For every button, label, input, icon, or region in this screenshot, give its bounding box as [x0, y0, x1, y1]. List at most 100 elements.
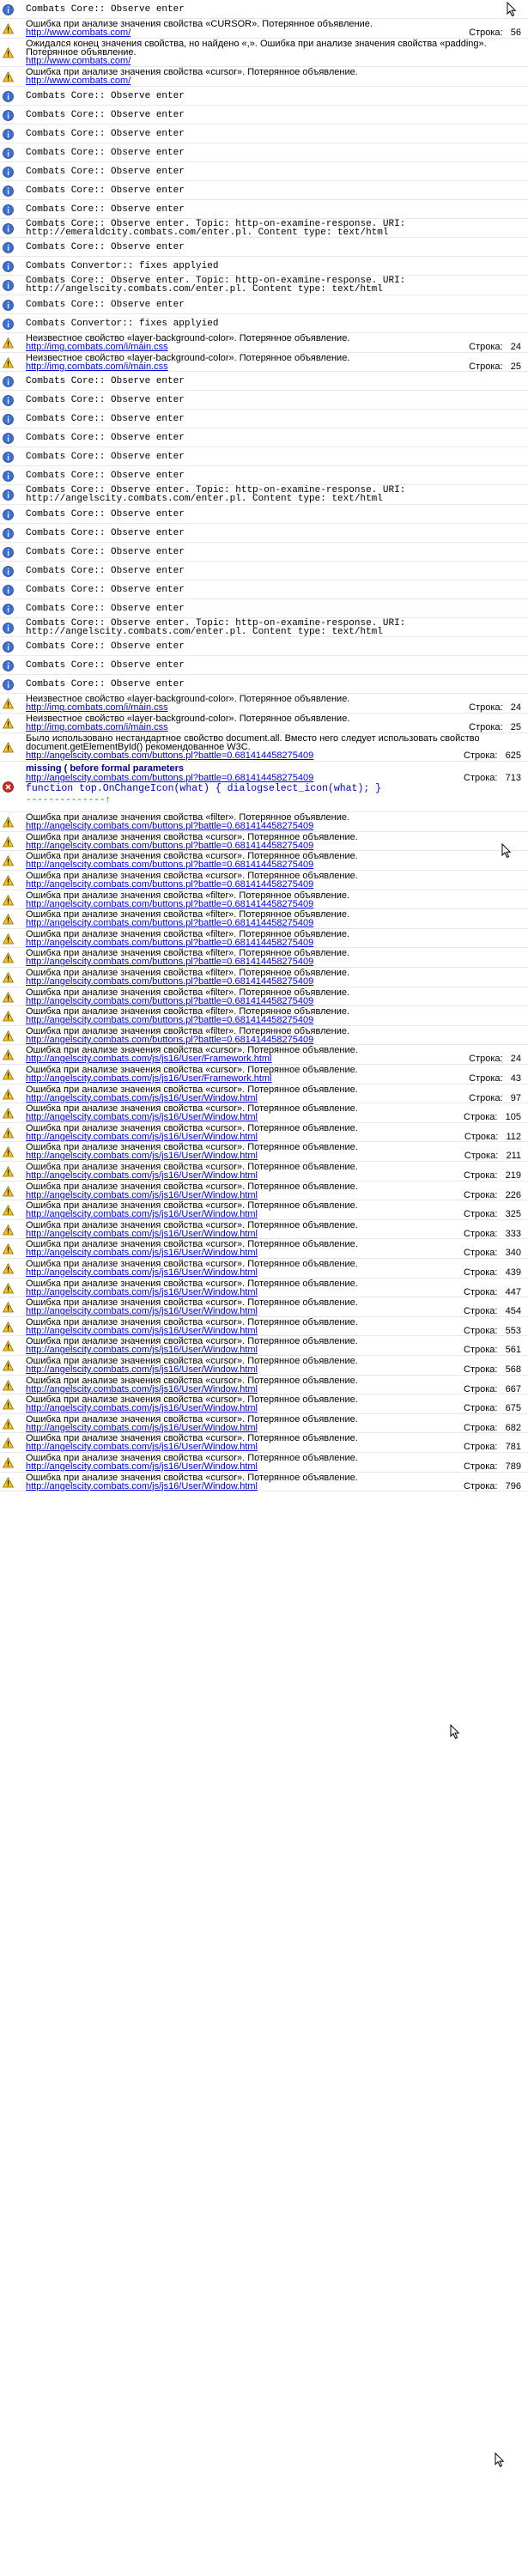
- console-entry-warning[interactable]: Ошибка при анализе значения свойства «cu…: [0, 1336, 528, 1356]
- console-entry-warning[interactable]: Ошибка при анализе значения свойства «cu…: [0, 832, 528, 852]
- console-entry-warning[interactable]: Ошибка при анализе значения свойства «fi…: [0, 890, 528, 910]
- console-entry-warning[interactable]: Ошибка при анализе значения свойства «fi…: [0, 968, 528, 987]
- console-entry-warning[interactable]: Ошибка при анализе значения свойства «cu…: [0, 1376, 528, 1395]
- console-entry-info[interactable]: Combats Core:: Observe enter. Topic: htt…: [0, 618, 528, 638]
- console-entry-info[interactable]: Combats Core:: Observe enter: [0, 447, 528, 467]
- source-link[interactable]: http://angelscity.combats.com/buttons.pl…: [26, 860, 313, 870]
- console-entry-warning[interactable]: Ошибка при анализе значения свойства «cu…: [0, 1162, 528, 1182]
- console-entry-info[interactable]: Combats Core:: Observe enter: [0, 505, 528, 524]
- console-entry-info[interactable]: Combats Core:: Observe enter: [0, 543, 528, 562]
- source-link[interactable]: http://www.combats.com/: [26, 76, 130, 86]
- source-link[interactable]: http://angelscity.combats.com/js/js16/Us…: [26, 1384, 258, 1394]
- console-entry-info[interactable]: Combats Core:: Observe enter: [0, 143, 528, 162]
- source-link[interactable]: http://angelscity.combats.com/js/js16/Us…: [26, 1365, 258, 1375]
- console-entry-warning[interactable]: Ошибка при анализе значения свойства «cu…: [0, 851, 528, 871]
- console-entry-info[interactable]: Combats Core:: Observe enter: [0, 428, 528, 448]
- console-entry-warning[interactable]: Ошибка при анализе значения свойства «cu…: [0, 1045, 528, 1065]
- console-entry-info[interactable]: Combats Core:: Observe enter: [0, 0, 528, 19]
- console-entry-info[interactable]: Combats Core:: Observe enter: [0, 200, 528, 219]
- console-entry-info[interactable]: Combats Core:: Observe enter: [0, 162, 528, 181]
- console-entry-warning[interactable]: Ошибка при анализе значения свойства «cu…: [0, 1356, 528, 1376]
- source-link[interactable]: http://angelscity.combats.com/js/js16/Us…: [26, 1249, 258, 1258]
- source-link[interactable]: http://angelscity.combats.com/buttons.pl…: [26, 899, 313, 909]
- console-entry-warning[interactable]: Ошибка при анализе значения свойства «cu…: [0, 1414, 528, 1434]
- console-entry-info[interactable]: Combats Core:: Observe enter: [0, 656, 528, 676]
- source-link[interactable]: http://angelscity.combats.com/buttons.pl…: [26, 957, 313, 967]
- source-link[interactable]: http://angelscity.combats.com/buttons.pl…: [26, 841, 313, 851]
- console-entry-info[interactable]: Combats Core:: Observe enter. Topic: htt…: [0, 219, 528, 239]
- source-link[interactable]: http://angelscity.combats.com/buttons.pl…: [26, 996, 313, 1006]
- source-link[interactable]: http://angelscity.combats.com/js/js16/Us…: [26, 1210, 258, 1219]
- console-entry-warning[interactable]: Ошибка при анализе значения свойства «fi…: [0, 948, 528, 968]
- console-entry-info[interactable]: Combats Core:: Observe enter: [0, 391, 528, 410]
- console-entry-warning[interactable]: Ошибка при анализе значения свойства «cu…: [0, 67, 528, 87]
- console-entry-warning[interactable]: Ошибка при анализе значения свойства «cu…: [0, 1200, 528, 1220]
- source-link[interactable]: http://angelscity.combats.com/buttons.pl…: [26, 977, 313, 987]
- console-entry-info[interactable]: Combats Core:: Observe enter: [0, 599, 528, 618]
- source-link[interactable]: http://www.combats.com/: [26, 28, 130, 38]
- console-entry-info[interactable]: Combats Core:: Observe enter: [0, 637, 528, 657]
- console-entry-warning[interactable]: Ошибка при анализе значения свойства «cu…: [0, 1317, 528, 1337]
- console-entry-warning[interactable]: Неизвестное свойство «layer-background-c…: [0, 714, 528, 733]
- console-entry-warning[interactable]: Ошибка при анализе значения свойства «cu…: [0, 871, 528, 890]
- source-link[interactable]: http://angelscity.combats.com/buttons.pl…: [26, 880, 313, 890]
- source-link[interactable]: http://angelscity.combats.com/js/js16/Us…: [26, 1287, 258, 1297]
- console-entry-warning[interactable]: Ошибка при анализе значения свойства «cu…: [0, 1433, 528, 1453]
- source-link[interactable]: http://angelscity.combats.com/js/js16/Us…: [26, 1268, 258, 1278]
- console-entry-info[interactable]: Combats Convertor:: fixes applyied: [0, 314, 528, 333]
- source-link[interactable]: http://angelscity.combats.com/buttons.pl…: [26, 1016, 313, 1025]
- console-entry-warning[interactable]: Ошибка при анализе значения свойства «CU…: [0, 19, 528, 39]
- console-entry-info[interactable]: Combats Core:: Observe enter: [0, 372, 528, 392]
- console-entry-info[interactable]: Combats Core:: Observe enter: [0, 466, 528, 486]
- source-link[interactable]: http://angelscity.combats.com/js/js16/Us…: [26, 1171, 258, 1181]
- console-entry-info[interactable]: Combats Core:: Observe enter: [0, 87, 528, 106]
- console-entry-error[interactable]: missing ( before formal parameters http:/…: [0, 762, 528, 813]
- console-entry-warning[interactable]: Ошибка при анализе значения свойства «fi…: [0, 909, 528, 929]
- source-link[interactable]: http://angelscity.combats.com/js/js16/Us…: [26, 1229, 258, 1239]
- console-entry-warning[interactable]: Ошибка при анализе значения свойства «fi…: [0, 812, 528, 832]
- console-entry-info[interactable]: Combats Core:: Observe enter: [0, 580, 528, 599]
- console-entry-info[interactable]: Combats Core:: Observe enter: [0, 106, 528, 125]
- console-entry-info[interactable]: Combats Core:: Observe enter: [0, 524, 528, 543]
- source-link[interactable]: http://www.combats.com/: [26, 56, 130, 66]
- console-entry-warning[interactable]: Ошибка при анализе значения свойства «cu…: [0, 1065, 528, 1084]
- console-entry-info[interactable]: Combats Core:: Observe enter: [0, 675, 528, 695]
- source-link[interactable]: http://angelscity.combats.com/js/js16/Us…: [26, 1054, 272, 1064]
- source-link[interactable]: http://angelscity.combats.com/buttons.pl…: [26, 822, 313, 831]
- console-entry-info[interactable]: Combats Core:: Observe enter. Topic: htt…: [0, 485, 528, 505]
- console-entry-warning[interactable]: Ошибка при анализе значения свойства «cu…: [0, 1453, 528, 1473]
- source-link[interactable]: http://angelscity.combats.com/js/js16/Us…: [26, 1307, 258, 1316]
- source-link[interactable]: http://img.combats.com/i/main.css: [26, 703, 168, 713]
- console-entry-warning[interactable]: Ошибка при анализе значения свойства «cu…: [0, 1239, 528, 1259]
- console-entry-warning[interactable]: Ошибка при анализе значения свойства «cu…: [0, 1259, 528, 1279]
- source-link[interactable]: http://angelscity.combats.com/js/js16/Us…: [26, 1462, 258, 1472]
- console-entry-warning[interactable]: Неизвестное свойство «layer-background-c…: [0, 333, 528, 353]
- source-link[interactable]: http://angelscity.combats.com/buttons.pl…: [26, 774, 313, 783]
- source-link[interactable]: http://angelscity.combats.com/js/js16/Us…: [26, 1423, 258, 1433]
- console-entry-info[interactable]: Combats Core:: Observe enter: [0, 181, 528, 200]
- console-entry-warning[interactable]: Ошибка при анализе значения свойства «cu…: [0, 1142, 528, 1162]
- source-link[interactable]: http://angelscity.combats.com/js/js16/Us…: [26, 1190, 258, 1200]
- console-entry-warning[interactable]: Ошибка при анализе значения свойства «cu…: [0, 1103, 528, 1123]
- source-link[interactable]: http://angelscity.combats.com/js/js16/Us…: [26, 1404, 258, 1413]
- source-link[interactable]: http://img.combats.com/i/main.css: [26, 723, 168, 732]
- source-link[interactable]: http://angelscity.combats.com/buttons.pl…: [26, 750, 313, 761]
- source-link[interactable]: http://angelscity.combats.com/buttons.pl…: [26, 938, 313, 948]
- console-entry-warning[interactable]: Ошибка при анализе значения свойства «fi…: [0, 929, 528, 949]
- source-link[interactable]: http://angelscity.combats.com/buttons.pl…: [26, 1035, 313, 1045]
- console-entry-warning[interactable]: Ошибка при анализе значения свойства «fi…: [0, 987, 528, 1007]
- console-entry-info[interactable]: Combats Core:: Observe enter: [0, 295, 528, 314]
- console-entry-warning[interactable]: Ошибка при анализе значения свойства «fi…: [0, 1026, 528, 1046]
- console-entry-info[interactable]: Combats Convertor:: fixes applyied: [0, 257, 528, 276]
- console-entry-warning[interactable]: Ошибка при анализе значения свойства «cu…: [0, 1279, 528, 1298]
- source-link[interactable]: http://angelscity.combats.com/js/js16/Us…: [26, 1093, 258, 1103]
- source-link[interactable]: http://img.combats.com/i/main.css: [26, 343, 168, 352]
- console-entry-info[interactable]: Combats Core:: Observe enter: [0, 125, 528, 143]
- console-entry-warning[interactable]: Неизвестное свойство «layer-background-c…: [0, 353, 528, 373]
- console-entry-warning[interactable]: Ошибка при анализе значения свойства «cu…: [0, 1123, 528, 1143]
- source-link[interactable]: http://angelscity.combats.com/js/js16/Us…: [26, 1132, 258, 1142]
- console-entry-warning[interactable]: Ошибка при анализе значения свойства «cu…: [0, 1084, 528, 1104]
- console-entry-info[interactable]: Combats Core:: Observe enter: [0, 238, 528, 258]
- source-link[interactable]: http://angelscity.combats.com/js/js16/Us…: [26, 1074, 272, 1084]
- console-entry-info[interactable]: Combats Core:: Observe enter: [0, 410, 528, 429]
